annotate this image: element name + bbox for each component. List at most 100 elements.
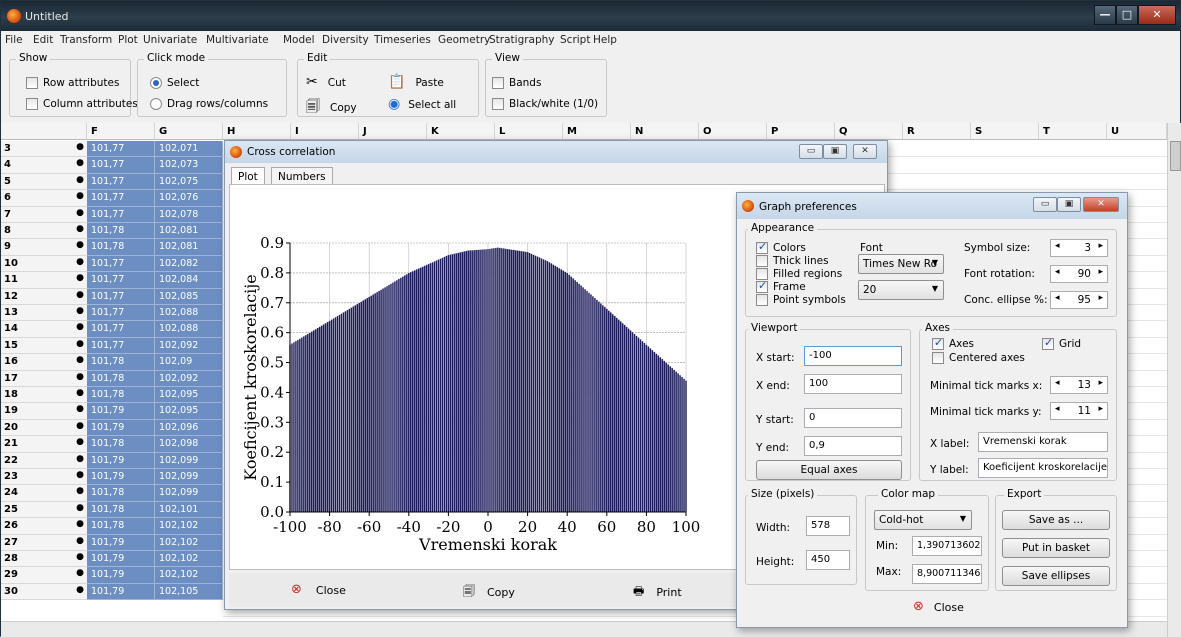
vertical-scrollbar[interactable] (1167, 123, 1181, 637)
graph-preferences-close-button[interactable]: ⊗ Close (913, 599, 964, 614)
main-title-bar[interactable]: Untitled — □ ✕ (1, 1, 1180, 31)
table-cell[interactable]: 101,77 (87, 206, 155, 223)
menu-item-edit[interactable]: Edit (33, 34, 53, 46)
decrement-icon[interactable]: ◂ (1055, 404, 1060, 414)
close-cc-button[interactable]: ⊗ Close (291, 582, 346, 597)
table-cell[interactable]: 101,78 (87, 485, 155, 502)
y-end-field[interactable]: 0,9 (804, 436, 902, 456)
row-header[interactable]: 19 ● (1, 403, 87, 420)
bands-checkbox[interactable]: Bands (492, 77, 541, 89)
row-header[interactable]: 20 ● (1, 419, 87, 437)
menu-item-transform[interactable]: Transform (60, 34, 112, 46)
x-start-field[interactable]: -100 (804, 346, 902, 366)
minimize-button[interactable]: ▭ (1033, 197, 1057, 212)
menu-item-model[interactable]: Model (283, 34, 315, 46)
table-cell[interactable]: 102,096 (155, 419, 223, 437)
decrement-icon[interactable]: ◂ (1055, 293, 1060, 303)
minimize-button[interactable]: ▭ (799, 144, 823, 159)
table-cell[interactable]: 101,79 (87, 403, 155, 420)
menu-item-diversity[interactable]: Diversity (322, 34, 369, 46)
table-cell[interactable]: 102,078 (155, 206, 223, 223)
maximize-button[interactable]: □ (1116, 5, 1138, 25)
filled-regions-checkbox[interactable]: Filled regions (756, 268, 842, 280)
table-cell[interactable]: 102,081 (155, 223, 223, 240)
row-header[interactable]: 17 ● (1, 370, 87, 387)
row-header[interactable]: 12 ● (1, 288, 87, 305)
table-cell[interactable]: 102,102 (155, 567, 223, 584)
menu-item-script[interactable]: Script (560, 34, 590, 46)
table-cell[interactable]: 102,081 (155, 239, 223, 256)
table-cell[interactable]: 101,77 (87, 173, 155, 191)
close-button[interactable]: ✕ (1138, 5, 1176, 25)
column-header-h[interactable]: H (223, 123, 291, 140)
table-cell[interactable]: 102,071 (155, 141, 223, 158)
column-header-n[interactable]: N (631, 123, 699, 140)
column-header-s[interactable]: S (971, 123, 1039, 140)
table-cell[interactable]: 102,073 (155, 157, 223, 174)
row-header[interactable]: 6 ● (1, 190, 87, 207)
column-header-f[interactable]: F (87, 123, 155, 140)
table-cell[interactable]: 101,78 (87, 354, 155, 371)
print-cc-button[interactable]: 🖶 Print (633, 582, 682, 603)
table-cell[interactable]: 102,102 (155, 534, 223, 551)
table-cell[interactable]: 101,78 (87, 501, 155, 519)
table-cell[interactable]: 102,085 (155, 288, 223, 305)
row-header[interactable]: 5 ● (1, 173, 87, 191)
row-header[interactable]: 23 ● (1, 469, 87, 486)
table-cell[interactable]: 102,088 (155, 305, 223, 322)
grid-checkbox[interactable]: Grid (1042, 336, 1081, 350)
column-header-k[interactable]: K (427, 123, 495, 140)
table-cell[interactable]: 102,098 (155, 436, 223, 453)
menu-item-plot[interactable]: Plot (118, 34, 138, 46)
table-cell[interactable]: 102,076 (155, 190, 223, 207)
table-cell[interactable]: 101,78 (87, 518, 155, 535)
y-label-field[interactable]: Koeficijent kroskorelacije (978, 458, 1108, 478)
increment-icon[interactable]: ▸ (1098, 267, 1103, 277)
table-cell[interactable]: 101,77 (87, 272, 155, 289)
row-header[interactable]: 15 ● (1, 337, 87, 355)
select-radio[interactable]: Select (150, 77, 199, 89)
menu-item-file[interactable]: File (5, 34, 23, 46)
font-select[interactable]: Times New Ro ▼ (858, 254, 944, 274)
table-cell[interactable]: 101,78 (87, 387, 155, 404)
column-header-m[interactable]: M (563, 123, 631, 140)
table-cell[interactable]: 101,77 (87, 305, 155, 322)
menu-item-stratigraphy[interactable]: Stratigraphy (489, 34, 555, 46)
decrement-icon[interactable]: ◂ (1055, 267, 1060, 277)
axes-checkbox[interactable]: Axes (932, 336, 974, 350)
conc-ellipse-spinner[interactable]: ◂ 95 ▸ (1050, 291, 1108, 309)
close-button[interactable]: ✕ (853, 144, 877, 159)
y-start-field[interactable]: 0 (804, 408, 902, 428)
maximize-button[interactable]: ▣ (1057, 197, 1081, 212)
table-cell[interactable]: 102,075 (155, 173, 223, 191)
copy-cc-button[interactable]: 🗐 Copy (463, 582, 515, 603)
row-header[interactable]: 16 ● (1, 354, 87, 371)
row-header[interactable]: 3 ● (1, 141, 87, 158)
frame-checkbox[interactable]: Frame (756, 279, 806, 293)
copy-button[interactable]: 🗐 Copy (306, 96, 357, 120)
table-cell[interactable]: 101,77 (87, 288, 155, 305)
maximize-button[interactable]: ▣ (823, 144, 847, 159)
row-header[interactable]: 22 ● (1, 452, 87, 469)
table-cell[interactable]: 101,77 (87, 255, 155, 273)
row-attributes-checkbox[interactable]: Row attributes (26, 77, 119, 89)
row-header[interactable]: 10 ● (1, 255, 87, 273)
table-cell[interactable]: 101,79 (87, 534, 155, 551)
font-rotation-spinner[interactable]: ◂ 90 ▸ (1050, 265, 1108, 283)
save-as-button[interactable]: Save as ... (1002, 510, 1110, 530)
table-cell[interactable]: 102,09 (155, 354, 223, 371)
column-header-o[interactable]: O (699, 123, 767, 140)
column-header-u[interactable]: U (1107, 123, 1167, 140)
increment-icon[interactable]: ▸ (1098, 378, 1103, 388)
column-header-g[interactable]: G (155, 123, 223, 140)
min-ticks-x-spinner[interactable]: ◂ 13 ▸ (1050, 376, 1108, 394)
close-button[interactable]: ✕ (1083, 197, 1119, 212)
column-header-r[interactable]: R (903, 123, 971, 140)
row-header[interactable]: 8 ● (1, 223, 87, 240)
increment-icon[interactable]: ▸ (1098, 404, 1103, 414)
row-header[interactable]: 24 ● (1, 485, 87, 502)
table-cell[interactable]: 102,099 (155, 452, 223, 469)
table-cell[interactable]: 102,105 (155, 583, 223, 601)
table-cell[interactable]: 102,095 (155, 403, 223, 420)
x-end-field[interactable]: 100 (804, 374, 902, 394)
